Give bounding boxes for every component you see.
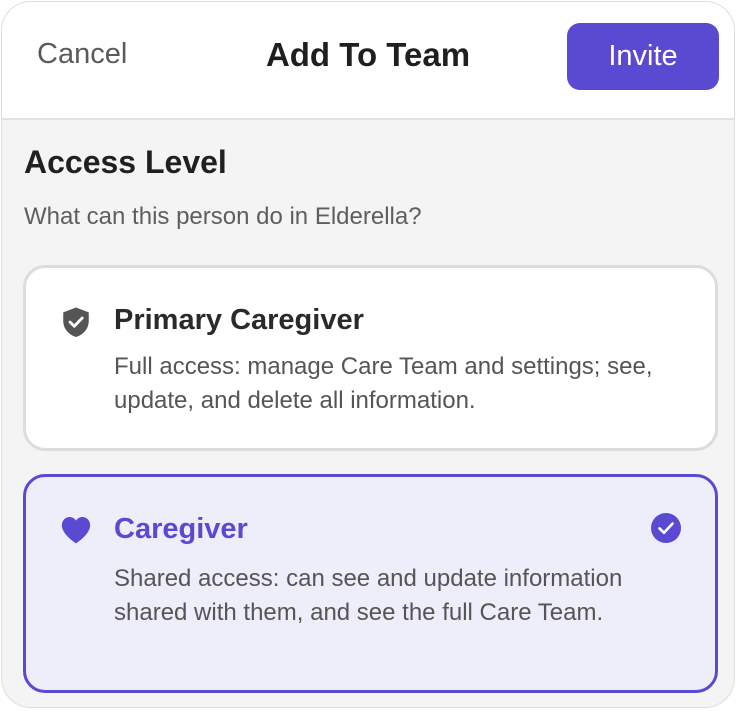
heart-icon	[61, 516, 91, 544]
access-level-subtitle: What can this person do in Elderella?	[24, 203, 422, 230]
cancel-button[interactable]: Cancel	[37, 38, 127, 71]
option-description: Full access: manage Care Team and settin…	[114, 353, 653, 414]
option-title: Primary Caregiver	[114, 304, 364, 336]
header-bar: Cancel Add To Team Invite	[2, 2, 734, 120]
option-title: Caregiver	[114, 513, 248, 545]
shield-check-icon	[63, 307, 89, 338]
option-primary-caregiver[interactable]: Primary Caregiver Full access: manage Ca…	[23, 265, 718, 451]
option-caregiver[interactable]: Caregiver Shared access: can see and upd…	[23, 474, 718, 693]
add-to-team-sheet: Cancel Add To Team Invite Access Level W…	[1, 1, 735, 708]
checkmark-circle-icon	[651, 513, 681, 543]
access-level-heading: Access Level	[24, 144, 227, 180]
option-description: Shared access: can see and update inform…	[114, 565, 623, 626]
invite-button[interactable]: Invite	[567, 23, 719, 90]
